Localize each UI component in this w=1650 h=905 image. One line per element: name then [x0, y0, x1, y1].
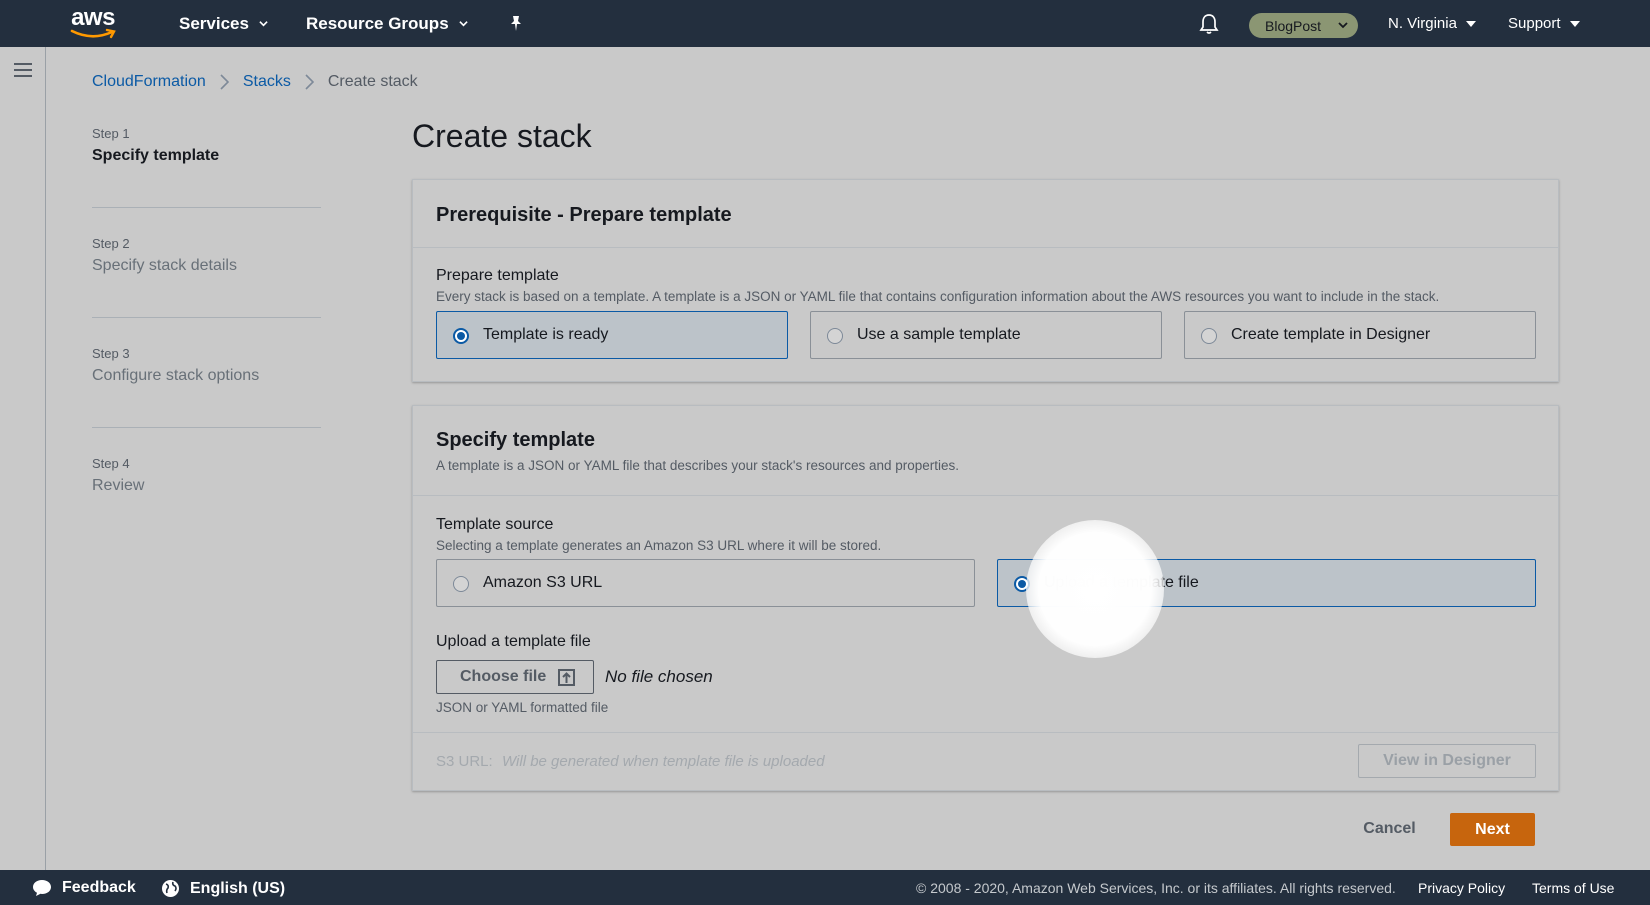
panel-header: Prerequisite - Prepare template	[413, 180, 1558, 248]
aws-logo[interactable]: aws	[68, 6, 118, 40]
option-label: Upload a template file	[1044, 574, 1199, 591]
step-title: Specify template	[92, 147, 220, 164]
language-label: English (US)	[190, 879, 286, 897]
s3-url-label: S3 URL:	[436, 753, 493, 770]
breadcrumb-stacks[interactable]: Stacks	[243, 73, 291, 91]
radio-selected-icon	[1014, 576, 1030, 592]
step-number: Step 2	[92, 236, 130, 251]
breadcrumb-current: Create stack	[327, 73, 418, 90]
wizard-step-1[interactable]: Step 1 Specify template	[92, 126, 321, 208]
caret-down-icon	[1569, 20, 1580, 27]
breadcrumb: CloudFormation Stacks Create stack	[92, 72, 418, 92]
privacy-policy-link[interactable]: Privacy Policy	[1418, 880, 1505, 896]
language-selector[interactable]: English (US)	[161, 879, 285, 898]
template-ready-option[interactable]: Template is ready	[436, 311, 788, 359]
wizard-step-4[interactable]: Step 4 Review	[92, 456, 321, 538]
template-source-label: Template source	[436, 516, 554, 533]
upload-file-label: Upload a template file	[436, 633, 591, 650]
wizard-step-3[interactable]: Step 3 Configure stack options	[92, 346, 321, 428]
region-menu[interactable]: N. Virginia	[1388, 0, 1476, 47]
resource-groups-label: Resource Groups	[306, 13, 449, 33]
aws-logo-text: aws	[71, 4, 115, 31]
step-number: Step 3	[92, 346, 130, 361]
side-navigation-rail	[0, 47, 46, 870]
step-title: Configure stack options	[92, 367, 260, 384]
prepare-template-label: Prepare template	[436, 267, 559, 284]
radio-selected-icon	[453, 328, 469, 344]
option-label: Amazon S3 URL	[483, 574, 603, 591]
resource-groups-menu[interactable]: Resource Groups	[306, 0, 468, 47]
globe-icon	[162, 880, 179, 897]
aws-smile-icon	[70, 28, 116, 39]
support-label: Support	[1508, 15, 1561, 32]
option-label: Use a sample template	[857, 326, 1021, 343]
page-title: Create stack	[412, 118, 592, 154]
upload-icon	[558, 668, 576, 686]
services-label: Services	[179, 13, 249, 33]
choose-file-label: Choose file	[460, 668, 547, 685]
s3-url-row: S3 URL: Will be generated when template …	[413, 732, 1558, 789]
chevron-down-icon	[1338, 22, 1348, 29]
chevron-down-icon	[458, 21, 468, 27]
next-button[interactable]: Next	[1450, 813, 1535, 846]
amazon-s3-url-option[interactable]: Amazon S3 URL	[436, 559, 975, 607]
speech-bubble-icon	[33, 880, 51, 896]
radio-unselected-icon	[1201, 328, 1217, 344]
option-label: Create template in Designer	[1231, 326, 1431, 343]
cancel-button[interactable]: Cancel	[1350, 812, 1429, 846]
console-footer: Feedback English (US) © 2008 - 2020, Ama…	[0, 870, 1650, 905]
sample-template-option[interactable]: Use a sample template	[810, 311, 1162, 359]
support-menu[interactable]: Support	[1508, 0, 1580, 47]
panel-heading: Prerequisite - Prepare template	[436, 204, 732, 226]
account-name: BlogPost	[1265, 17, 1322, 34]
upload-template-file-option[interactable]: Upload a template file	[997, 559, 1536, 607]
terms-of-use-link[interactable]: Terms of Use	[1532, 880, 1614, 896]
wizard-step-2[interactable]: Step 2 Specify stack details	[92, 236, 321, 318]
radio-unselected-icon	[453, 576, 469, 592]
no-file-chosen-text: No file chosen	[605, 667, 713, 686]
services-menu[interactable]: Services	[179, 0, 268, 47]
step-title: Review	[92, 477, 145, 494]
feedback-label: Feedback	[62, 879, 136, 896]
pushpin-icon[interactable]	[509, 15, 523, 33]
panel-subheading: A template is a JSON or YAML file that d…	[436, 458, 960, 473]
bell-icon[interactable]	[1199, 13, 1219, 35]
chevron-down-icon	[259, 21, 268, 27]
option-label: Template is ready	[483, 326, 609, 343]
breadcrumb-cloudformation[interactable]: CloudFormation	[92, 73, 206, 91]
panel-header: Specify template A template is a JSON or…	[413, 406, 1558, 496]
step-title: Specify stack details	[92, 257, 237, 274]
wizard-steps: Step 1 Specify template Step 2 Specify s…	[92, 126, 321, 538]
radio-unselected-icon	[827, 328, 843, 344]
region-label: N. Virginia	[1388, 15, 1457, 32]
s3-url-placeholder: Will be generated when template file is …	[502, 753, 825, 770]
prepare-template-panel: Prerequisite - Prepare template Prepare …	[412, 179, 1559, 382]
step-number: Step 1	[92, 126, 130, 141]
prepare-template-description: Every stack is based on a template. A te…	[436, 289, 1440, 304]
chevron-right-icon	[305, 74, 314, 90]
hamburger-menu-icon[interactable]	[14, 62, 32, 78]
step-number: Step 4	[92, 456, 130, 471]
specify-template-panel: Specify template A template is a JSON or…	[412, 405, 1559, 791]
chevron-right-icon	[220, 74, 229, 90]
account-menu[interactable]: BlogPost	[1249, 13, 1358, 38]
view-in-designer-button[interactable]: View in Designer	[1358, 744, 1536, 778]
top-navigation: aws Services Resource Groups BlogPost N.…	[0, 0, 1650, 47]
copyright-text: © 2008 - 2020, Amazon Web Services, Inc.…	[916, 880, 1396, 896]
template-source-description: Selecting a template generates an Amazon…	[436, 538, 882, 553]
choose-file-button[interactable]: Choose file	[436, 660, 594, 694]
panel-heading: Specify template	[436, 429, 595, 451]
designer-template-option[interactable]: Create template in Designer	[1184, 311, 1536, 359]
feedback-button[interactable]: Feedback	[32, 879, 136, 897]
caret-down-icon	[1465, 20, 1476, 27]
upload-hint: JSON or YAML formatted file	[436, 700, 609, 715]
